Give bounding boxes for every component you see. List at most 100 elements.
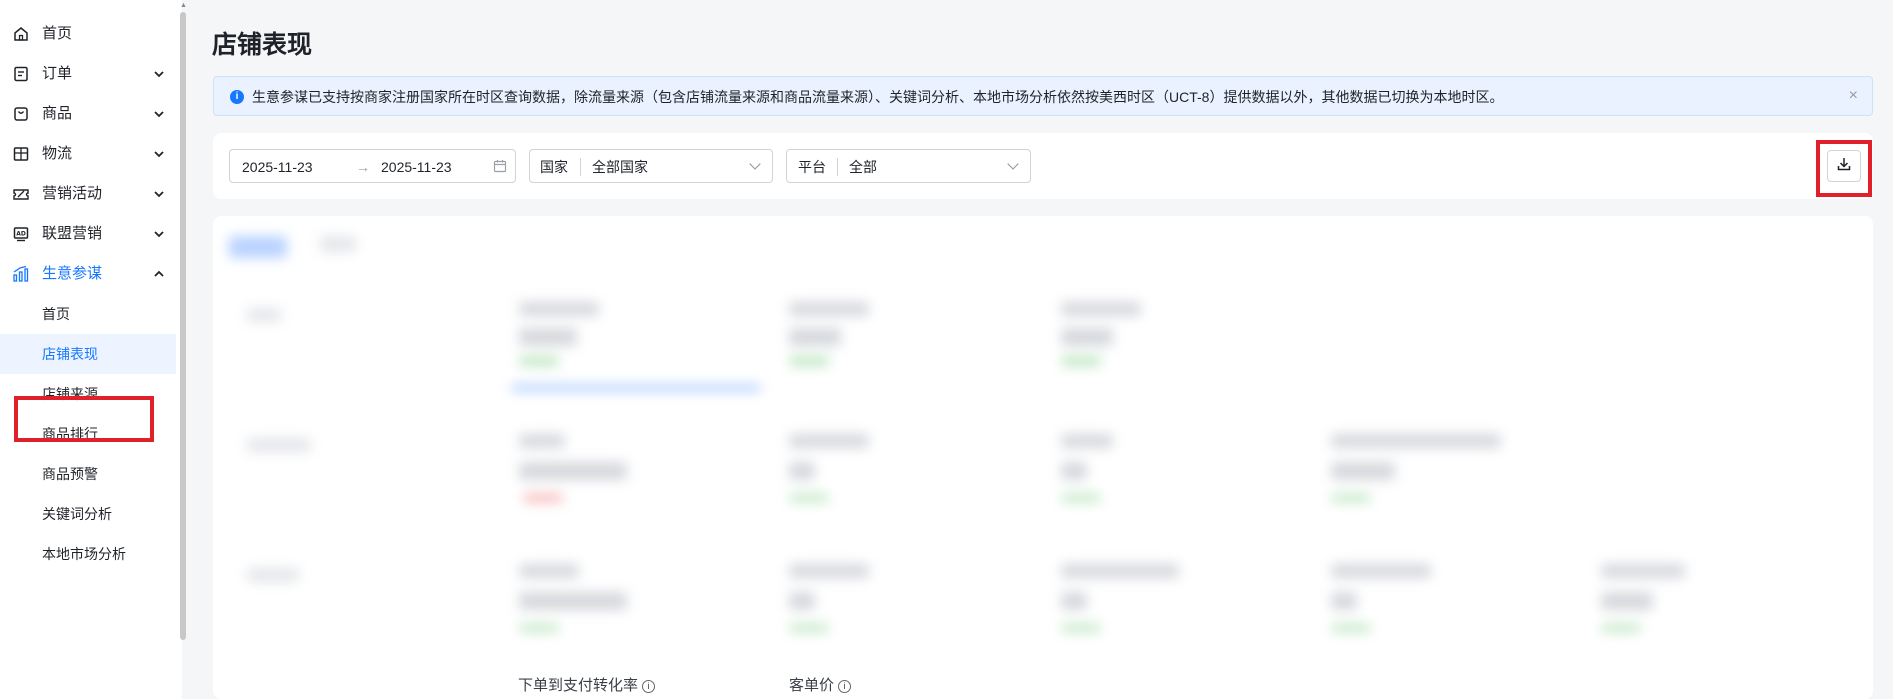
platform-label: 平台 <box>798 159 826 175</box>
blurred-metric-value <box>519 328 577 346</box>
download-button[interactable] <box>1827 150 1861 182</box>
sidebar-subitem-label: 店铺来源 <box>42 386 98 402</box>
notice-banner: i 生意参谋已支持按商家注册国家所在时区查询数据，除流量来源（包含店铺流量来源和… <box>213 76 1873 116</box>
blurred-metric-title <box>519 434 565 448</box>
blurred-section-label <box>247 438 311 452</box>
scroll-up-arrow-icon[interactable]: ▲ <box>180 2 187 10</box>
download-icon <box>1836 156 1852 177</box>
product-icon <box>12 105 30 123</box>
info-icon: i <box>230 90 244 104</box>
sidebar-subitem-product-ranking[interactable]: 商品排行 <box>0 414 176 454</box>
country-select[interactable]: 国家 全部国家 <box>529 149 773 183</box>
date-start[interactable]: 2025-11-23 <box>242 158 313 176</box>
ticket-icon <box>12 185 30 203</box>
blurred-section-label <box>247 568 299 582</box>
blurred-metric-title <box>1061 564 1179 578</box>
sidebar-item-label: 生意参谋 <box>42 265 103 282</box>
help-icon[interactable]: i <box>838 680 852 693</box>
blurred-metric-title <box>519 302 599 316</box>
blurred-metric-change <box>1601 624 1641 632</box>
divider <box>837 158 838 176</box>
chevron-up-icon <box>152 265 166 283</box>
metric-label-conversion: 下单到支付转化率 i <box>518 676 656 696</box>
blurred-metric-value <box>1331 462 1395 480</box>
blurred-metric-change <box>523 494 563 502</box>
chevron-down-icon <box>152 145 166 163</box>
blurred-metric-change <box>519 356 559 366</box>
sidebar-subitem-home[interactable]: 首页 <box>0 294 176 334</box>
blurred-metric-change <box>1331 494 1371 502</box>
metrics-card <box>213 216 1873 699</box>
chevron-down-icon <box>1007 158 1019 170</box>
blurred-metric-title <box>789 302 869 316</box>
blurred-metric-title <box>519 564 579 578</box>
sidebar-subitem-store-source[interactable]: 店铺来源 <box>0 374 176 414</box>
blurred-metric-title <box>1061 434 1113 448</box>
blurred-metric-title <box>1601 564 1685 578</box>
close-icon[interactable]: × <box>1849 86 1858 106</box>
sidebar-item-label: 营销活动 <box>42 185 103 202</box>
sidebar-item-marketing[interactable]: 营销活动 <box>0 174 176 214</box>
logistics-icon <box>12 145 30 163</box>
blurred-metric-change <box>789 356 829 366</box>
blurred-metric-value <box>519 462 627 480</box>
sidebar-subitem-label: 店铺表现 <box>42 346 98 362</box>
sidebar-item-logistics[interactable]: 物流 <box>0 134 176 174</box>
sidebar-item-products[interactable]: 商品 <box>0 94 176 134</box>
blurred-metric-value <box>789 592 815 610</box>
blurred-tab <box>320 236 356 252</box>
sidebar-subitem-label: 关键词分析 <box>42 506 112 522</box>
svg-text:AD: AD <box>16 231 26 238</box>
date-end[interactable]: 2025-11-23 <box>381 158 452 176</box>
blurred-metric-title <box>1061 302 1141 316</box>
blurred-metric-title <box>1331 434 1501 448</box>
blurred-metric-change <box>1061 494 1101 502</box>
sidebar-subitem-label: 首页 <box>42 306 70 322</box>
country-value: 全部国家 <box>592 159 648 175</box>
platform-select[interactable]: 平台 全部 <box>786 149 1031 183</box>
sidebar-subitem-label: 商品预警 <box>42 466 98 482</box>
blurred-metric-title <box>789 434 869 448</box>
ad-icon: AD <box>12 225 30 243</box>
metric-label-avg-order: 客单价 i <box>789 676 852 696</box>
blurred-metric-change <box>1331 624 1371 632</box>
date-range-picker[interactable]: 2025-11-23 → 2025-11-23 <box>229 149 516 183</box>
blurred-metric-value <box>789 462 815 480</box>
sidebar-subitem-keyword-analysis[interactable]: 关键词分析 <box>0 494 176 534</box>
blurred-metric-value <box>789 328 841 346</box>
sidebar-item-affiliate[interactable]: AD 联盟营销 <box>0 214 176 254</box>
blurred-metric-value <box>1061 592 1087 610</box>
sidebar-subitem-local-market[interactable]: 本地市场分析 <box>0 534 176 574</box>
sidebar-item-business-advisor[interactable]: 生意参谋 <box>0 254 176 294</box>
blurred-metric-title <box>1331 564 1431 578</box>
sidebar-item-orders[interactable]: 订单 <box>0 54 176 94</box>
chevron-down-icon <box>152 185 166 203</box>
blurred-tab-active <box>229 236 287 258</box>
blurred-metric-change <box>789 624 829 632</box>
help-icon[interactable]: i <box>642 680 656 693</box>
sidebar-scrollbar[interactable] <box>180 12 186 640</box>
sidebar-item-label: 物流 <box>42 145 73 162</box>
metric-label-text: 下单到支付转化率 <box>518 677 639 694</box>
chevron-down-icon <box>749 158 761 170</box>
page-title: 店铺表现 <box>212 31 313 59</box>
blurred-metric-title <box>789 564 869 578</box>
sidebar-item-label: 商品 <box>42 105 73 122</box>
chevron-down-icon <box>152 105 166 123</box>
blurred-metric-value <box>1061 328 1113 346</box>
sidebar-subitem-label: 商品排行 <box>42 426 98 442</box>
notice-text: 生意参谋已支持按商家注册国家所在时区查询数据，除流量来源（包含店铺流量来源和商品… <box>252 89 1504 105</box>
metric-label-text: 客单价 <box>789 677 835 694</box>
blurred-metric-change <box>519 624 559 632</box>
sidebar-subitem-product-alert[interactable]: 商品预警 <box>0 454 176 494</box>
blurred-section-label <box>247 308 281 322</box>
blurred-metric-value <box>1601 592 1653 610</box>
divider <box>580 158 581 176</box>
chevron-down-icon <box>152 225 166 243</box>
sidebar-subitem-store-performance[interactable]: 店铺表现 <box>0 334 176 374</box>
country-label: 国家 <box>540 159 568 175</box>
sidebar-item-home[interactable]: 首页 <box>0 14 176 54</box>
sidebar-subitem-label: 本地市场分析 <box>42 546 126 562</box>
sidebar-item-label: 联盟营销 <box>42 225 103 242</box>
blurred-metric-change <box>1061 624 1101 632</box>
